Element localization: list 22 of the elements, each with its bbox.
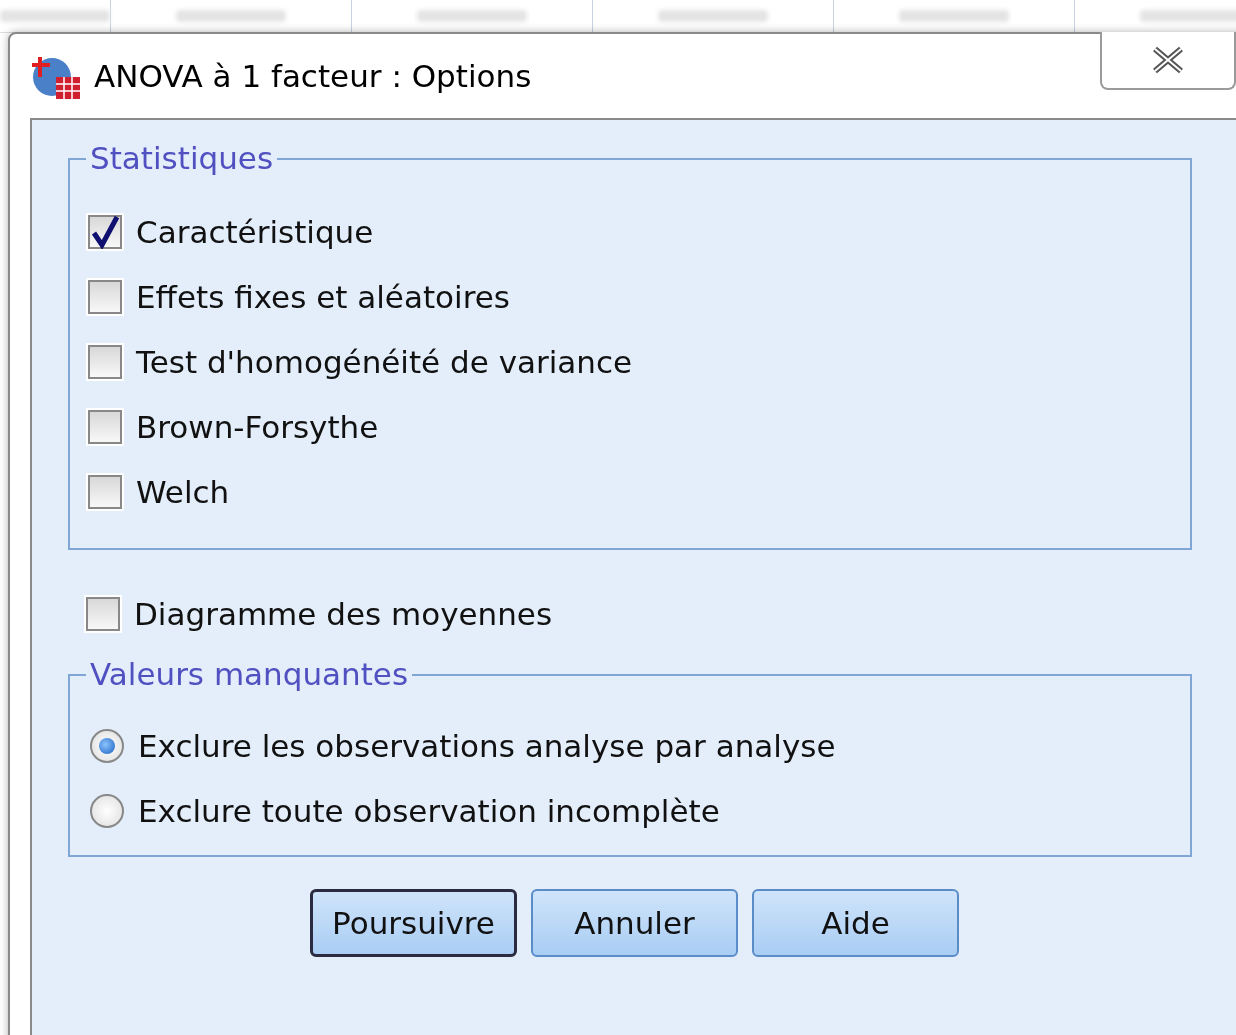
checkbox-label: Diagramme des moyennes xyxy=(134,595,553,634)
close-button[interactable] xyxy=(1100,32,1236,90)
dialog-button[interactable]: Annuler xyxy=(531,889,738,957)
dialog-button[interactable]: Poursuivre xyxy=(310,889,517,957)
window-title: ANOVA à 1 facteur : Options xyxy=(94,58,532,94)
checkbox[interactable] xyxy=(86,597,120,631)
checkbox[interactable] xyxy=(88,475,122,509)
close-icon xyxy=(1152,46,1184,74)
checkbox[interactable] xyxy=(88,410,122,444)
checkbox[interactable] xyxy=(88,280,122,314)
checkbox[interactable] xyxy=(88,345,122,379)
checkbox-label: Welch xyxy=(136,473,230,512)
checkbox[interactable] xyxy=(88,215,122,249)
dialog-button[interactable]: Aide xyxy=(752,889,959,957)
checkbox-label: Caractéristique xyxy=(136,213,374,252)
checkbox-label: Effets fixes et aléatoires xyxy=(136,278,510,317)
checkbox-label: Brown-Forsythe xyxy=(136,408,379,447)
radio-label: Exclure les observations analyse par analyse xyxy=(138,727,836,766)
checkbox-label: Test d'homogénéité de variance xyxy=(136,343,633,382)
radio-button[interactable] xyxy=(90,729,124,763)
radio-label: Exclure toute observation incomplète xyxy=(138,792,720,831)
radio-button[interactable] xyxy=(90,794,124,828)
